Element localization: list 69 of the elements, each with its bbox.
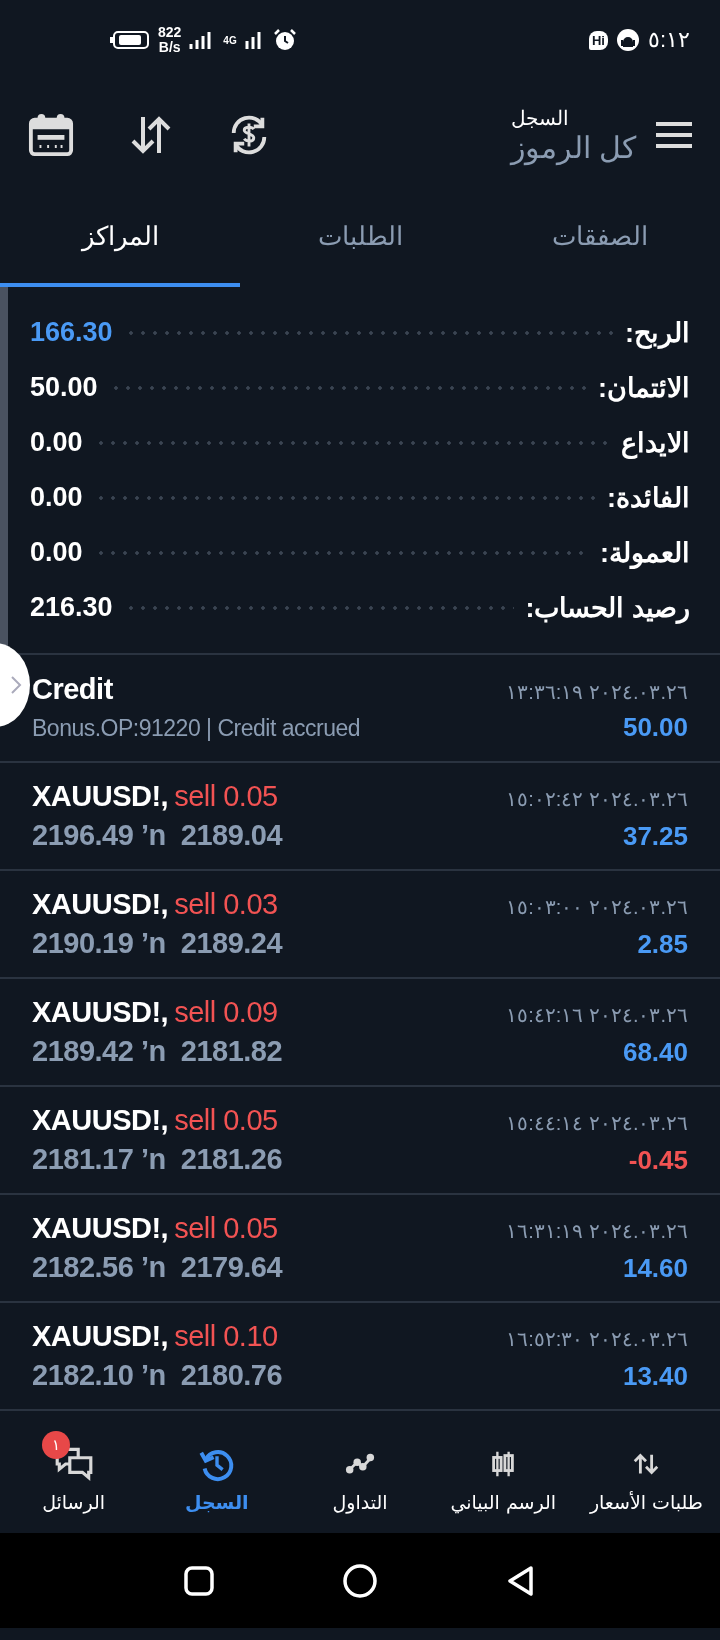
deal-time: ٢٠٢٤.٠٣.٢٦ ١٥:٤٤:١٤ — [506, 1111, 688, 1135]
nav-tab[interactable]: السجل — [145, 1431, 289, 1513]
alarm-clock-icon — [272, 28, 297, 52]
recent-apps-icon[interactable] — [183, 1564, 216, 1597]
deal-prices: 2182.10 ’n 2180.76 — [32, 1359, 283, 1392]
symbol-filter[interactable]: كل الرموز — [510, 129, 636, 165]
deal-side: sell 0.05 — [174, 780, 278, 812]
deal-profit: 50.00 — [622, 712, 688, 743]
deal-side: sell 0.05 — [174, 1212, 278, 1244]
network-type: 4G — [223, 34, 237, 46]
deal-prices: 2182.56 ’n 2179.64 — [32, 1251, 283, 1284]
deal-symbol: XAUUSD!, — [32, 1212, 169, 1244]
chevron-right-icon — [10, 675, 22, 695]
nav-tab[interactable]: الرسائل ١ — [2, 1431, 146, 1513]
deal-time: ٢٠٢٤.٠٣.٢٦ ١٥:٤٢:١٦ — [506, 1003, 688, 1027]
deal-symbol: XAUUSD!, — [32, 1104, 169, 1136]
deal-time: ٢٠٢٤.٠٣.٢٦ ١٥:٠٢:٤٢ — [506, 787, 688, 811]
unread-badge: ١ — [42, 1431, 70, 1459]
battery-icon — [110, 30, 150, 50]
chat-badge: Hi — [588, 30, 608, 50]
network-speed: 822 — [158, 25, 182, 40]
home-icon[interactable] — [342, 1562, 378, 1599]
deal-symbol: XAUUSD!, — [32, 1320, 169, 1352]
deal-time: ٢٠٢٤.٠٣.٢٦ ١٣:٣٦:١٩ — [506, 680, 688, 704]
tab[interactable]: الطلبات — [240, 190, 480, 287]
nav-tab[interactable]: الرسم البياني — [431, 1431, 575, 1513]
speed-unit: B/s — [158, 40, 182, 55]
summary-label: رصيد الحساب: — [525, 591, 690, 624]
summary-label: الائتمان: — [598, 371, 690, 404]
deal-side: sell 0.05 — [174, 1104, 278, 1136]
summary-value: 166.30 — [30, 317, 113, 348]
deal-profit: 14.60 — [622, 1253, 688, 1284]
summary-label: الربح: — [625, 316, 690, 349]
summary-value: 50.00 — [30, 372, 98, 403]
nav-tab[interactable]: التداول — [288, 1431, 432, 1513]
deal-prices: 2190.19 ’n 2189.24 — [32, 927, 283, 960]
deal-side: sell 0.03 — [174, 888, 278, 920]
summary-value: 216.30 — [30, 592, 113, 623]
deal-prices: 2189.42 ’n 2181.82 — [32, 1035, 283, 1068]
summary-label: الفائدة: — [607, 481, 690, 514]
summary-value: 0.00 — [30, 537, 83, 568]
calendar-icon[interactable] — [28, 112, 74, 158]
deal-symbol: XAUUSD!, — [32, 888, 169, 920]
deal-prices: 2196.49 ’n 2189.04 — [32, 819, 283, 852]
deal-profit: 13.40 — [622, 1361, 688, 1392]
deal-profit: 68.40 — [622, 1037, 688, 1068]
deal-comment: Bonus.OP:91220 | Credit accrued — [32, 715, 360, 742]
deal-side: sell 0.09 — [174, 996, 278, 1028]
deal-side: sell 0.10 — [174, 1320, 278, 1352]
nav-tab[interactable]: طلبات الأسعار — [574, 1431, 718, 1513]
deal-symbol: XAUUSD!, — [32, 996, 169, 1028]
summary-label: العمولة: — [600, 536, 690, 569]
summary-value: 0.00 — [30, 427, 83, 458]
deal-time: ٢٠٢٤.٠٣.٢٦ ١٦:٥٢:٣٠ — [506, 1327, 688, 1351]
deal-time: ٢٠٢٤.٠٣.٢٦ ١٥:٠٣:٠٠ — [506, 895, 688, 919]
screen-title: السجل — [510, 105, 569, 130]
summary-value: 0.00 — [30, 482, 83, 513]
menu-icon[interactable] — [656, 121, 692, 149]
deal-title: Credit — [32, 673, 113, 706]
deal-profit: -0.45 — [628, 1145, 688, 1176]
clock-time: ٥:١٢ — [647, 27, 690, 53]
summary-label: الايداع — [621, 426, 690, 459]
deal-profit: 2.85 — [637, 929, 688, 960]
deal-symbol: XAUUSD!, — [32, 780, 169, 812]
tab[interactable]: الصفقات — [480, 190, 720, 287]
deal-prices: 2181.17 ’n 2181.26 — [32, 1143, 283, 1176]
deal-time: ٢٠٢٤.٠٣.٢٦ ١٦:٣١:١٩ — [506, 1219, 688, 1243]
deal-profit: 37.25 — [622, 821, 688, 852]
tab[interactable]: المراكز — [0, 190, 240, 287]
